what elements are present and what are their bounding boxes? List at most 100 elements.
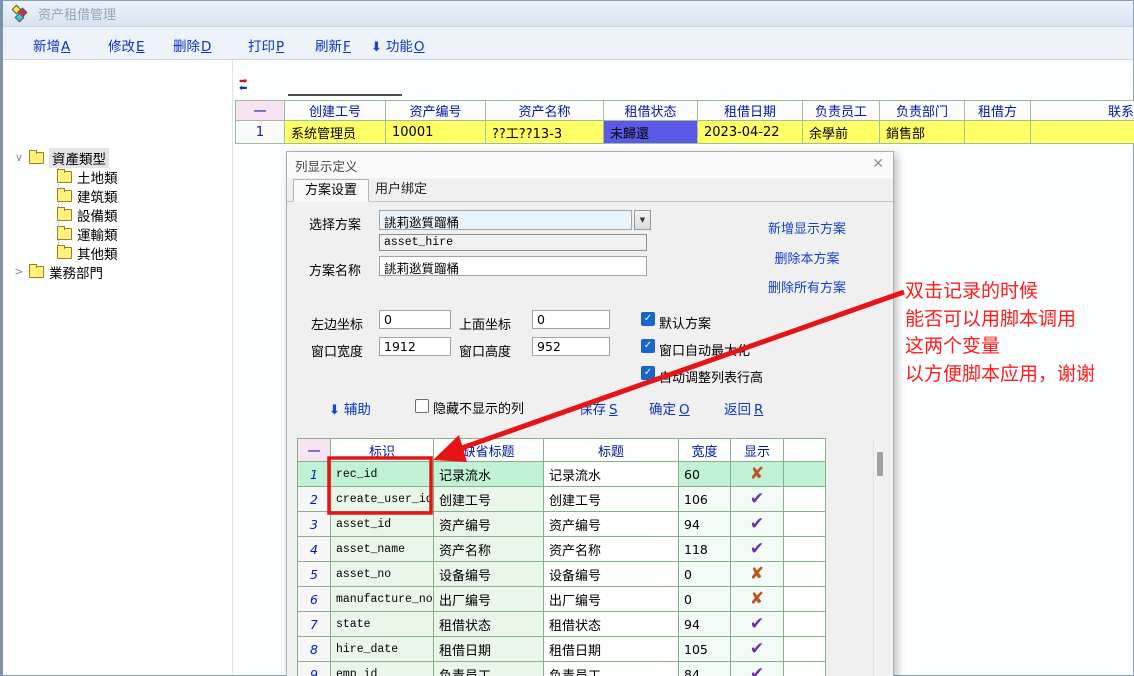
hide-columns-checkbox[interactable] [415, 399, 429, 413]
cell-width[interactable]: 118 [679, 537, 731, 562]
grid-header-cell[interactable]: 联系 [1031, 100, 1134, 121]
tree-item[interactable]: 設備類 [54, 205, 118, 224]
row-number-cell[interactable]: 4 [297, 537, 331, 562]
cell-title[interactable]: 出厂编号 [544, 587, 679, 612]
show-check-icon[interactable]: ✔ [731, 662, 784, 676]
cell-field-id[interactable]: manufacture_no [331, 587, 434, 612]
row-number-cell[interactable]: 1 [297, 462, 331, 487]
show-check-icon[interactable]: ✔ [731, 487, 784, 512]
cell-default-title[interactable]: 设备编号 [434, 562, 544, 587]
cell-filler[interactable] [784, 637, 826, 662]
scrollbar-thumb[interactable] [877, 452, 883, 476]
cell-width[interactable]: 60 [679, 462, 731, 487]
cell-width[interactable]: 94 [679, 612, 731, 637]
grid-header-cell[interactable]: 租借状态 [604, 100, 698, 121]
dialog-table-header-cell[interactable]: 一 [297, 438, 331, 462]
add-button[interactable]: 新增A [33, 35, 70, 55]
cell-title[interactable]: 创建工号 [544, 487, 679, 512]
cell-width[interactable]: 106 [679, 487, 731, 512]
tree-item-label[interactable]: 業務部門 [49, 262, 103, 282]
delete-this-plan-link[interactable]: 删除本方案 [727, 248, 887, 267]
cell-filler[interactable] [784, 562, 826, 587]
tree-item-label[interactable]: 建筑類 [77, 186, 118, 206]
row-number-cell[interactable]: 9 [297, 662, 331, 676]
row-number-cell[interactable]: 3 [297, 512, 331, 537]
grid-data-row[interactable]: 1系统管理员10001??工??13-3未歸還2023-04-22余學前銷售部 [235, 121, 1134, 144]
expander-open-icon[interactable]: ∨ [12, 151, 26, 164]
cell-title[interactable]: 资产名称 [544, 537, 679, 562]
edit-button[interactable]: 修改E [108, 35, 145, 55]
add-display-plan-link[interactable]: 新增显示方案 [727, 218, 887, 237]
cell-title[interactable]: 资产编号 [544, 512, 679, 537]
cell-department[interactable]: 銷售部 [880, 121, 965, 144]
dialog-table-header-cell[interactable]: 宽度 [679, 438, 731, 462]
top-coord-input[interactable]: 0 [532, 310, 610, 329]
show-check-icon[interactable]: ✔ [731, 637, 784, 662]
tree-item-label[interactable]: 其他類 [77, 243, 118, 263]
cell-hire-state[interactable]: 未歸還 [604, 121, 698, 144]
show-check-icon[interactable]: ✔ [731, 512, 784, 537]
cell-default-title[interactable]: 负责员工 [434, 662, 544, 676]
dialog-table-header-cell[interactable]: 显示 [731, 438, 784, 462]
dialog-table-row[interactable]: 8hire_date租借日期租借日期105✔ [297, 637, 826, 662]
cell-filler[interactable] [784, 487, 826, 512]
delete-button[interactable]: 删除D [173, 35, 211, 55]
row-number-cell[interactable]: 2 [297, 487, 331, 512]
cell-filler[interactable] [784, 512, 826, 537]
show-check-icon[interactable]: ✔ [731, 612, 784, 637]
left-coord-input[interactable]: 0 [379, 310, 451, 329]
tree-item-label[interactable]: 運輸類 [77, 224, 118, 244]
tree-item[interactable]: 土地類 [54, 167, 118, 186]
window-height-input[interactable]: 952 [532, 337, 610, 356]
cell-default-title[interactable]: 记录流水 [434, 462, 544, 487]
back-button[interactable]: 返回R [724, 398, 763, 418]
cell-title[interactable]: 设备编号 [544, 562, 679, 587]
cell-field-id[interactable]: rec_id [331, 462, 434, 487]
grid-rownum-cell[interactable]: 1 [235, 121, 285, 144]
dialog-table-row[interactable]: 6manufacture_no出厂编号出厂编号0✘ [297, 587, 826, 612]
default-plan-checkbox[interactable]: ✓ [641, 312, 655, 326]
swap-icon[interactable]: ➡⬅ [239, 78, 257, 93]
tab-plan-settings[interactable]: 方案设置 [293, 179, 369, 202]
auto-row-height-checkbox[interactable]: ✓ [641, 366, 655, 380]
dialog-table-header-cell[interactable]: 标题 [544, 438, 679, 462]
tree-item[interactable]: 建筑類 [54, 186, 118, 205]
cell-title[interactable]: 负责员工 [544, 662, 679, 676]
show-check-icon[interactable]: ✔ [731, 537, 784, 562]
tree-item[interactable]: 運輸類 [54, 224, 118, 243]
tree-root-asset-type[interactable]: ∨ 資產類型 [12, 148, 109, 167]
tree-item-business-dept[interactable]: > 業務部門 [12, 262, 103, 281]
ok-button[interactable]: 确定O [649, 398, 690, 418]
dialog-table-row[interactable]: 3asset_id资产编号资产编号94✔ [297, 512, 826, 537]
dialog-table-row[interactable]: 1rec_id记录流水记录流水60✘ [297, 462, 826, 487]
dialog-table-header-cell[interactable] [784, 438, 826, 462]
cell-filler[interactable] [784, 462, 826, 487]
cell-employee[interactable]: 余學前 [803, 121, 880, 144]
save-button[interactable]: 保存S [579, 398, 618, 418]
grid-header-cell[interactable]: 负责部门 [880, 100, 965, 121]
grid-header-cell[interactable]: 负责员工 [803, 100, 880, 121]
plan-select-combobox[interactable]: 誂莉逖質蹓桶 [379, 210, 632, 230]
row-number-cell[interactable]: 6 [297, 587, 331, 612]
cell-filler[interactable] [784, 612, 826, 637]
row-number-cell[interactable]: 8 [297, 637, 331, 662]
cell-field-id[interactable]: emp_id [331, 662, 434, 676]
dialog-table-row[interactable]: 9emp_id负责员工负责员工84✔ [297, 662, 826, 676]
show-cross-icon[interactable]: ✘ [731, 462, 784, 487]
delete-all-plans-link[interactable]: 删除所有方案 [727, 277, 887, 296]
cell-title[interactable]: 租借日期 [544, 637, 679, 662]
cell-width[interactable]: 84 [679, 662, 731, 676]
grid-header-cell[interactable]: 资产编号 [386, 100, 486, 121]
cell-contact[interactable] [1031, 121, 1134, 144]
grid-header-cell[interactable]: 租借日期 [698, 100, 803, 121]
row-number-cell[interactable]: 7 [297, 612, 331, 637]
tab-user-binding[interactable]: 用户绑定 [364, 179, 438, 202]
cell-default-title[interactable]: 租借状态 [434, 612, 544, 637]
tree-item[interactable]: 其他類 [54, 243, 118, 262]
cell-default-title[interactable]: 创建工号 [434, 487, 544, 512]
dialog-table-row[interactable]: 4asset_name资产名称资产名称118✔ [297, 537, 826, 562]
tree-item-label[interactable]: 土地類 [77, 167, 118, 187]
cell-width[interactable]: 105 [679, 637, 731, 662]
cell-default-title[interactable]: 资产编号 [434, 512, 544, 537]
window-width-input[interactable]: 1912 [379, 337, 451, 356]
